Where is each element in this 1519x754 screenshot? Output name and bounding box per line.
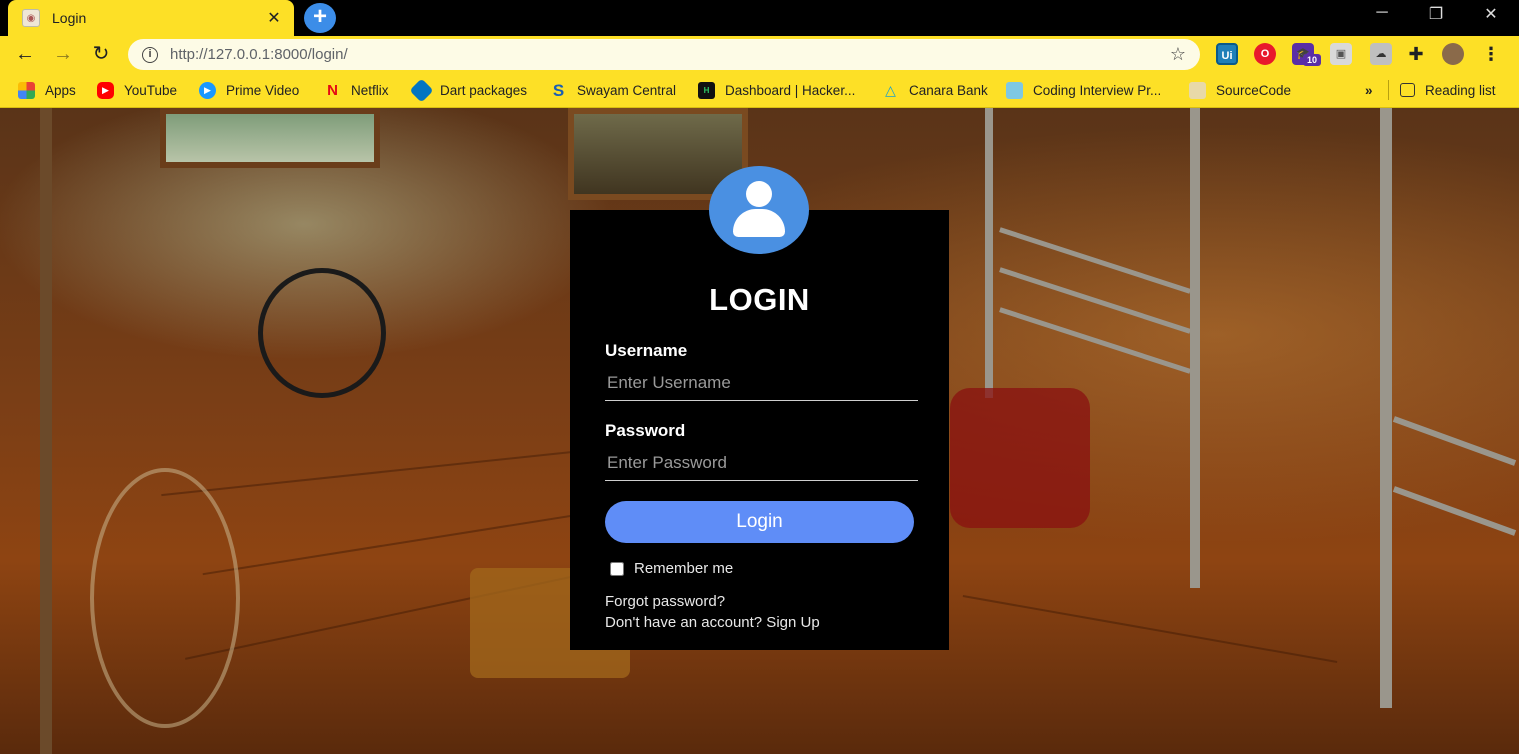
address-bar[interactable]: i http://127.0.0.1:8000/login/ ☆	[128, 39, 1200, 70]
avatar-icon[interactable]	[1442, 43, 1464, 65]
book-icon	[1006, 81, 1023, 99]
opera-icon[interactable]: O	[1254, 43, 1276, 65]
hackerrank-icon: H	[698, 81, 715, 99]
password-label: Password	[605, 421, 686, 440]
window-icon[interactable]: ▣	[1330, 43, 1352, 65]
floor-detail	[962, 595, 1338, 663]
menu-icon[interactable]: ⋮	[1480, 43, 1502, 65]
bunk-post	[1190, 108, 1200, 588]
bookmark-dart[interactable]: Dart packages	[409, 77, 528, 103]
bookmark-swayam[interactable]: S Swayam Central	[550, 80, 676, 100]
url-text[interactable]: http://127.0.0.1:8000/login/	[170, 46, 1170, 63]
bunk-rail	[999, 227, 1191, 294]
prime-video-icon: ▶	[199, 81, 216, 99]
remember-label: Remember me	[634, 560, 734, 577]
bunk-post	[985, 108, 993, 398]
tab-strip: ◉ Login ✕ + ─ ❐ ✕	[0, 0, 1519, 36]
bunk-rail	[999, 267, 1191, 334]
bookmark-prime-video[interactable]: ▶ Prime Video	[199, 80, 299, 100]
reading-list[interactable]: Reading list	[1400, 80, 1496, 100]
swayam-icon: S	[552, 80, 565, 100]
bookmarks-bar: Apps ▶ YouTube ▶ Prime Video N Netflix D…	[0, 72, 1519, 108]
bookmark-sourcecode[interactable]: SourceCode	[1189, 80, 1291, 100]
sourcecode-icon	[1189, 81, 1206, 99]
dart-icon	[409, 77, 434, 103]
bookmark-star-icon[interactable]: ☆	[1170, 44, 1186, 65]
bookmark-label: Dashboard | Hacker...	[725, 82, 856, 98]
bookmark-label: Apps	[45, 82, 76, 98]
fan-decor	[258, 268, 386, 398]
tab-login[interactable]: ◉ Login ✕	[8, 0, 294, 36]
netflix-icon: N	[327, 81, 338, 99]
bookmark-apps[interactable]: Apps	[18, 80, 76, 100]
bunk-rail	[1392, 416, 1517, 466]
bookmark-netflix[interactable]: N Netflix	[324, 80, 389, 100]
reload-icon[interactable]: ↻	[88, 42, 114, 68]
reading-list-icon	[1400, 83, 1415, 97]
bookmarks-divider	[1388, 80, 1389, 100]
bookmarks-overflow[interactable]: »	[1365, 80, 1373, 100]
username-label: Username	[605, 341, 688, 360]
browser-toolbar: ← → ↻ i http://127.0.0.1:8000/login/ ☆ U…	[0, 36, 1519, 72]
bunk-rail	[999, 307, 1191, 374]
login-title: LOGIN	[709, 282, 810, 317]
site-info-icon[interactable]: i	[142, 46, 158, 63]
youtube-icon: ▶	[97, 81, 114, 99]
user-avatar-icon	[709, 166, 809, 254]
canara-icon: △	[885, 81, 896, 98]
ui-extension-icon[interactable]: Ui	[1216, 43, 1238, 65]
restore-icon[interactable]: ❐	[1416, 4, 1456, 24]
back-icon[interactable]: ←	[12, 42, 38, 68]
reading-list-label: Reading list	[1425, 82, 1496, 98]
bookmark-coding-interview[interactable]: Coding Interview Pr...	[1006, 80, 1161, 100]
bookmark-label: Dart packages	[440, 82, 528, 98]
favicon-icon: ◉	[22, 9, 40, 27]
bunk-post	[40, 108, 52, 754]
minimize-icon[interactable]: ─	[1362, 4, 1402, 22]
avatar-body	[733, 209, 785, 237]
bookmark-label: Swayam Central	[577, 82, 677, 98]
window-close-icon[interactable]: ✕	[1471, 4, 1511, 24]
bookmark-youtube[interactable]: ▶ YouTube	[97, 80, 177, 100]
forgot-password-link[interactable]: Forgot password?	[605, 593, 725, 610]
username-input[interactable]	[605, 365, 918, 401]
tab-title: Login	[52, 10, 87, 26]
extension-badge: 10	[1303, 54, 1321, 66]
bookmark-label: SourceCode	[1216, 82, 1292, 98]
bookmark-canara[interactable]: △ Canara Bank	[882, 80, 988, 100]
bookmark-label: Netflix	[351, 82, 389, 98]
avatar-head	[746, 181, 772, 207]
tab-close-icon[interactable]: ✕	[264, 8, 284, 28]
bag-decor	[950, 388, 1090, 528]
login-button[interactable]: Login	[605, 501, 914, 543]
new-tab-button[interactable]: +	[304, 3, 336, 33]
bookmark-label: Canara Bank	[909, 82, 988, 98]
cloud-icon[interactable]: ☁	[1370, 43, 1392, 65]
bookmark-hackerrank[interactable]: H Dashboard | Hacker...	[698, 80, 855, 100]
forward-icon[interactable]: →	[50, 42, 76, 68]
bookmark-label: YouTube	[124, 82, 178, 98]
background-window	[160, 108, 380, 168]
signup-link[interactable]: Don't have an account? Sign Up	[605, 614, 820, 631]
apps-icon	[18, 81, 35, 99]
remember-checkbox[interactable]	[610, 561, 624, 576]
remember-me[interactable]: Remember me	[610, 560, 733, 577]
password-input[interactable]	[605, 445, 918, 481]
puzzle-icon[interactable]: ✚	[1405, 43, 1427, 65]
bunk-post	[1380, 108, 1392, 708]
fan-decor	[90, 468, 240, 728]
bunk-rail	[1392, 486, 1517, 536]
bookmark-label: Prime Video	[226, 82, 300, 98]
bookmark-label: Coding Interview Pr...	[1033, 82, 1162, 98]
